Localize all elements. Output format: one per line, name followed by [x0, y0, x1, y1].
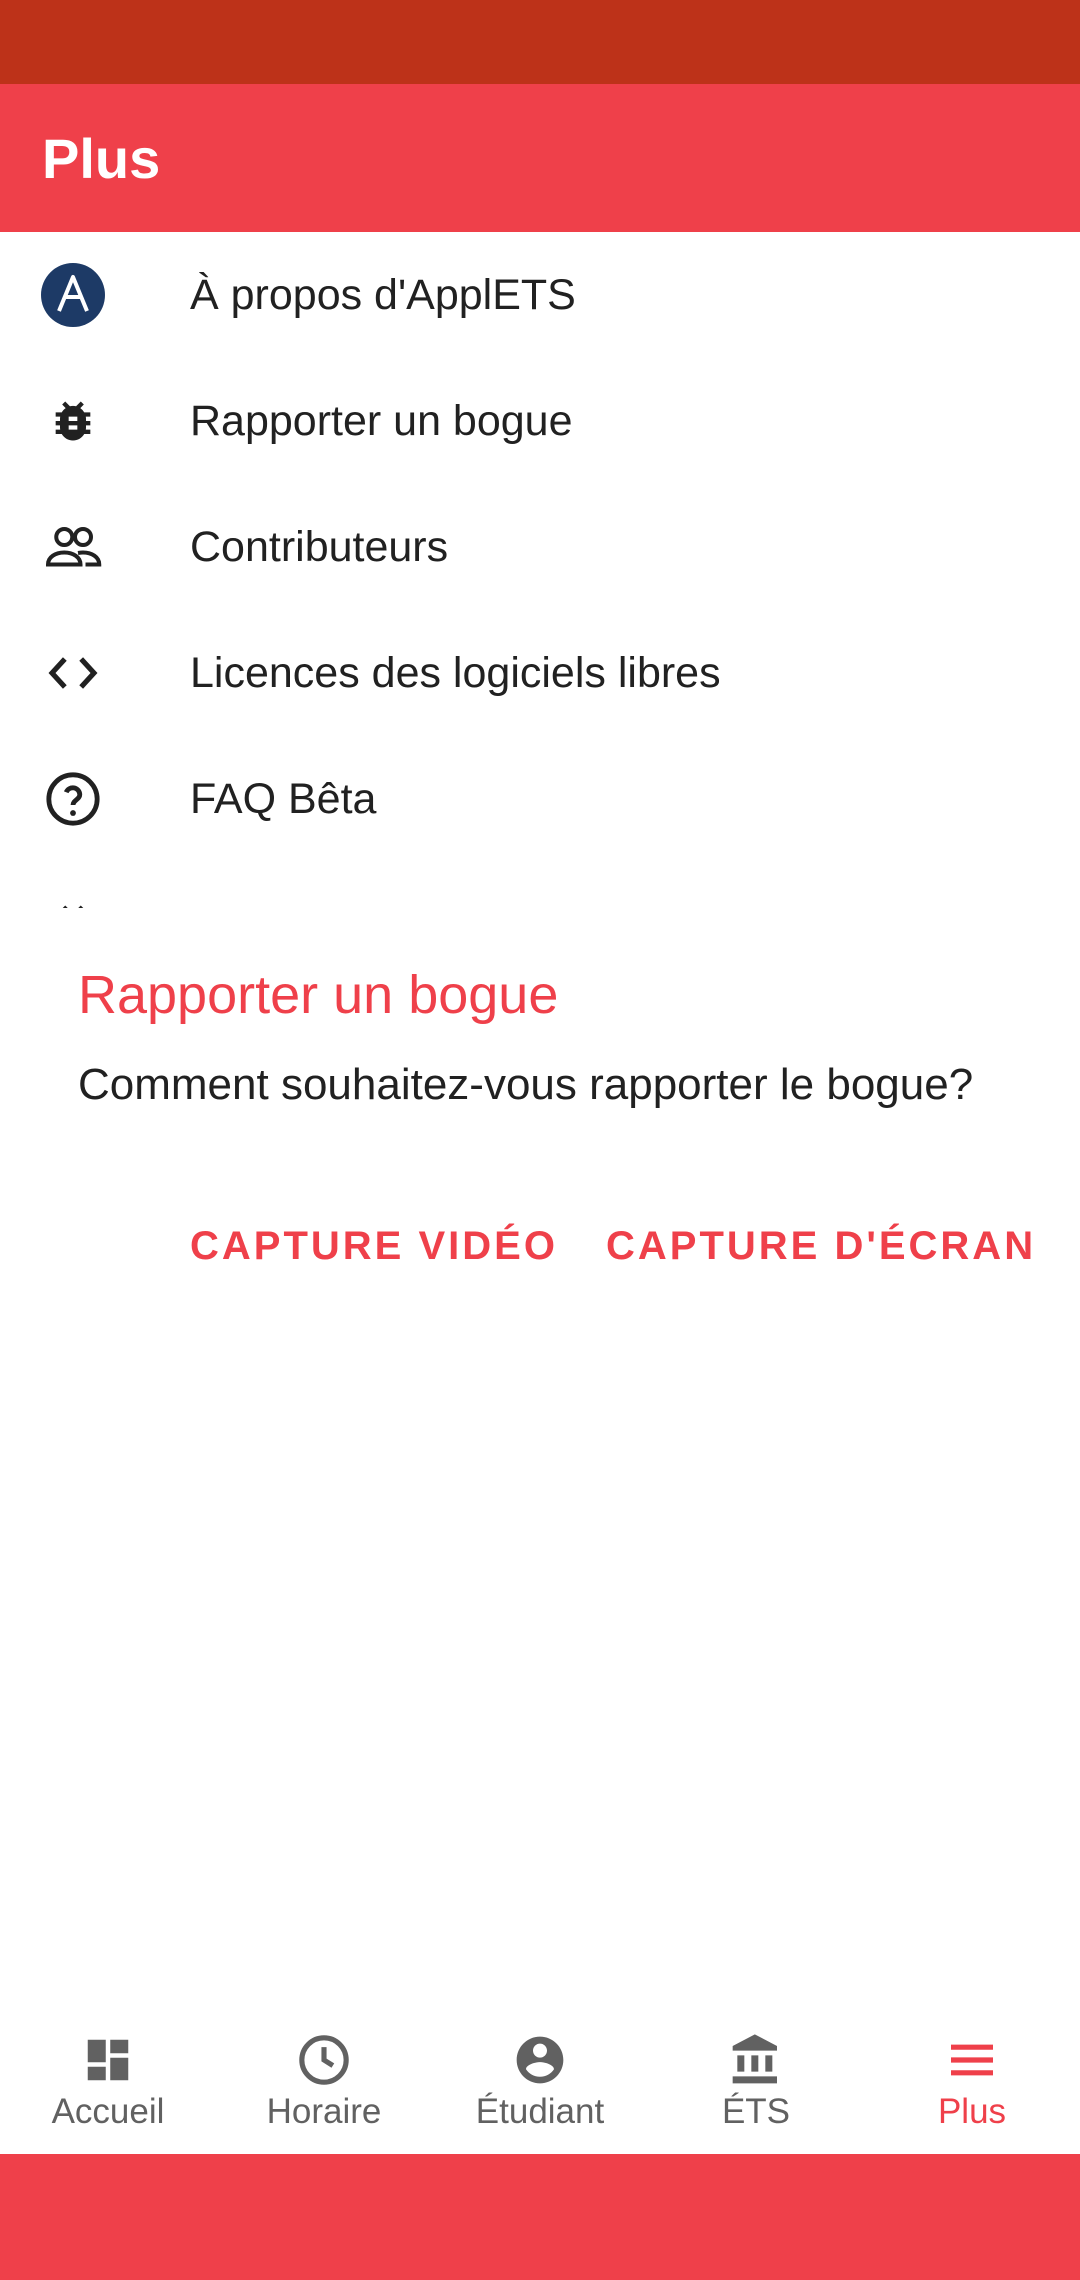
menu-item-partial [0, 862, 1080, 908]
menu-item-faq[interactable]: FAQ Bêta [0, 736, 1080, 862]
dialog-message: Comment souhaitez-vous rapporter le bogu… [78, 1060, 974, 1109]
code-icon [40, 640, 106, 706]
page-title: Plus [42, 126, 161, 190]
menu-item-label: Rapporter un bogue [190, 396, 573, 445]
bug-icon [40, 892, 106, 908]
nav-item-horaire[interactable]: Horaire [216, 2008, 432, 2154]
nav-label: Plus [937, 2092, 1007, 2131]
nav-label: Étudiant [475, 2092, 605, 2131]
menu-item-label: Licences des logiciels libres [190, 648, 721, 697]
menu-item-label: FAQ Bêta [190, 774, 377, 823]
report-bug-dialog: Rapporter un bogue Comment souhaitez-vou… [0, 908, 1080, 2008]
menu-icon [944, 2032, 1000, 2088]
menu-item-report-bug[interactable]: Rapporter un bogue [0, 358, 1080, 484]
menu-list: À propos d'ApplETS Rapporter un bogue Co… [0, 232, 1080, 908]
menu-item-licenses[interactable]: Licences des logiciels libres [0, 610, 1080, 736]
bug-icon [40, 388, 106, 454]
nav-label: Accueil [51, 2092, 165, 2131]
status-bar [0, 0, 1080, 84]
help-circle-icon [40, 766, 106, 832]
account-circle-icon [512, 2032, 568, 2088]
nav-item-etudiant[interactable]: Étudiant [432, 2008, 648, 2154]
nav-label: Horaire [266, 2092, 382, 2131]
nav-item-plus[interactable]: Plus [864, 2008, 1080, 2154]
nav-item-accueil[interactable]: Accueil [0, 2008, 216, 2154]
screen-capture-button[interactable]: CAPTURE D'ÉCRAN [606, 1224, 1036, 1269]
dashboard-icon [80, 2032, 136, 2088]
nav-item-ets[interactable]: ÉTS [648, 2008, 864, 2154]
menu-item-label: Contributeurs [190, 522, 449, 571]
system-navigation-bar [0, 2154, 1080, 2280]
app-bar: Plus [0, 84, 1080, 232]
dialog-title: Rapporter un bogue [78, 965, 559, 1025]
video-capture-button[interactable]: CAPTURE VIDÉO [190, 1224, 558, 1269]
menu-item-contributors[interactable]: Contributeurs [0, 484, 1080, 610]
bottom-navigation: Accueil Horaire Étudiant ÉTS Plus [0, 2008, 1080, 2154]
institution-icon [728, 2032, 784, 2088]
nav-label: ÉTS [721, 2092, 791, 2131]
menu-item-label: À propos d'ApplETS [190, 270, 576, 319]
menu-item-about[interactable]: À propos d'ApplETS [0, 232, 1080, 358]
people-icon [40, 514, 106, 580]
clock-icon [296, 2032, 352, 2088]
applets-logo-icon [40, 262, 106, 328]
